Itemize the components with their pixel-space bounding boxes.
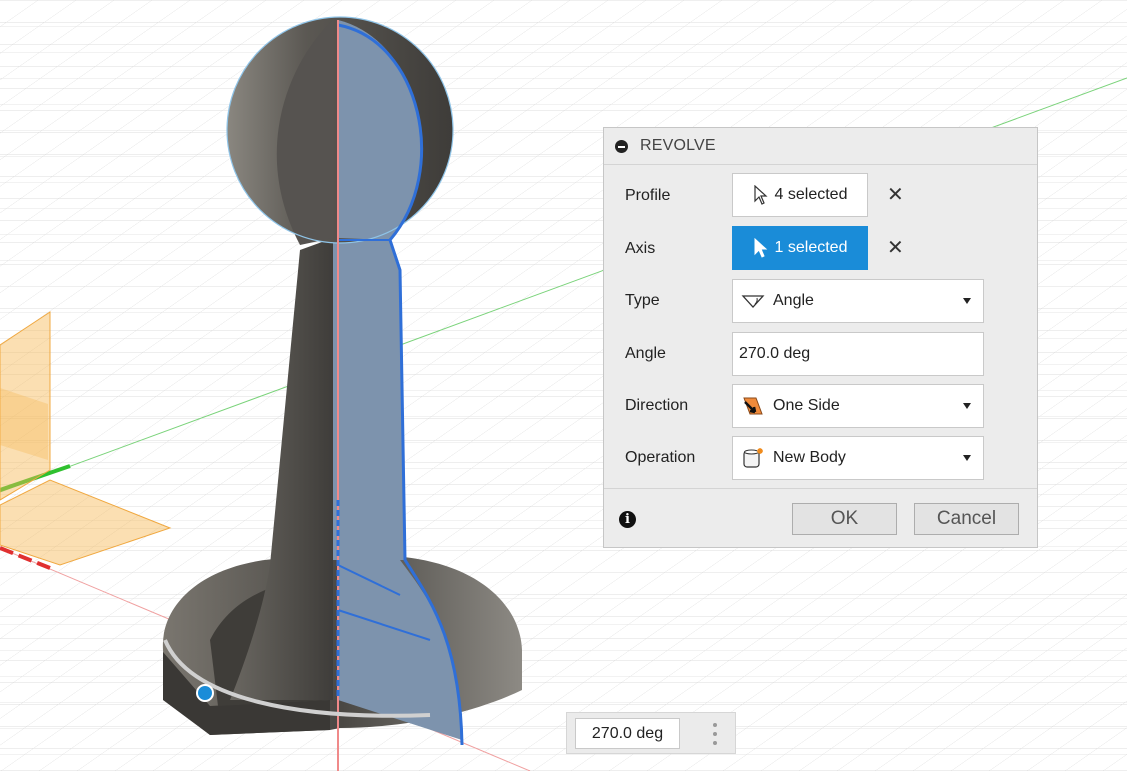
axis-row: Axis 1 selected ✕ bbox=[604, 226, 1037, 272]
angle-hud: 270.0 deg bbox=[566, 712, 736, 754]
chevron-down-icon bbox=[963, 403, 971, 409]
operation-dropdown[interactable]: New Body bbox=[732, 436, 984, 480]
operation-value: New Body bbox=[773, 449, 846, 466]
new-body-icon bbox=[741, 446, 765, 470]
chevron-down-icon bbox=[963, 298, 971, 304]
profile-value: 4 selected bbox=[774, 186, 848, 203]
dialog-title: REVOLVE bbox=[640, 137, 716, 154]
axis-select-button[interactable]: 1 selected bbox=[732, 226, 868, 270]
angle-label: Angle bbox=[625, 345, 666, 362]
direction-dropdown[interactable]: One Side bbox=[732, 384, 984, 428]
axis-value: 1 selected bbox=[774, 239, 848, 256]
type-value: Angle bbox=[773, 292, 814, 309]
collapse-icon[interactable] bbox=[615, 139, 628, 153]
cursor-arrow-icon bbox=[753, 185, 768, 205]
angle-row: Angle 270.0 deg bbox=[604, 331, 1037, 377]
direction-row: Direction One Side bbox=[604, 383, 1037, 429]
chevron-down-icon bbox=[963, 455, 971, 461]
type-label: Type bbox=[625, 292, 660, 309]
ok-button[interactable]: OK bbox=[792, 503, 897, 535]
type-dropdown[interactable]: Angle bbox=[732, 279, 984, 323]
dialog-footer: i OK Cancel bbox=[604, 488, 1037, 549]
profile-select-button[interactable]: 4 selected bbox=[732, 173, 868, 217]
operation-label: Operation bbox=[625, 449, 696, 466]
angle-input[interactable]: 270.0 deg bbox=[732, 332, 984, 376]
axis-label: Axis bbox=[625, 240, 656, 257]
profile-row: Profile 4 selected ✕ bbox=[604, 173, 1037, 219]
more-options-icon[interactable] bbox=[713, 723, 717, 745]
profile-label: Profile bbox=[625, 187, 671, 204]
direction-value: One Side bbox=[773, 397, 840, 414]
operation-row: Operation New Body bbox=[604, 435, 1037, 481]
one-side-direction-icon bbox=[741, 394, 765, 418]
hud-angle-input[interactable]: 270.0 deg bbox=[575, 718, 680, 749]
revolve-dialog: REVOLVE Profile 4 selected ✕ Axis 1 sele… bbox=[603, 127, 1038, 548]
axis-clear-button[interactable]: ✕ bbox=[887, 226, 904, 270]
direction-label: Direction bbox=[625, 397, 689, 414]
cursor-arrow-icon bbox=[754, 238, 767, 258]
angle-icon bbox=[741, 292, 765, 310]
info-icon[interactable]: i bbox=[619, 511, 636, 528]
profile-clear-button[interactable]: ✕ bbox=[887, 173, 904, 217]
type-row: Type Angle bbox=[604, 278, 1037, 324]
angle-handle[interactable] bbox=[196, 684, 214, 702]
stem-selected-face[interactable] bbox=[333, 238, 405, 560]
cancel-button[interactable]: Cancel bbox=[914, 503, 1019, 535]
dialog-header: REVOLVE bbox=[604, 128, 1037, 165]
